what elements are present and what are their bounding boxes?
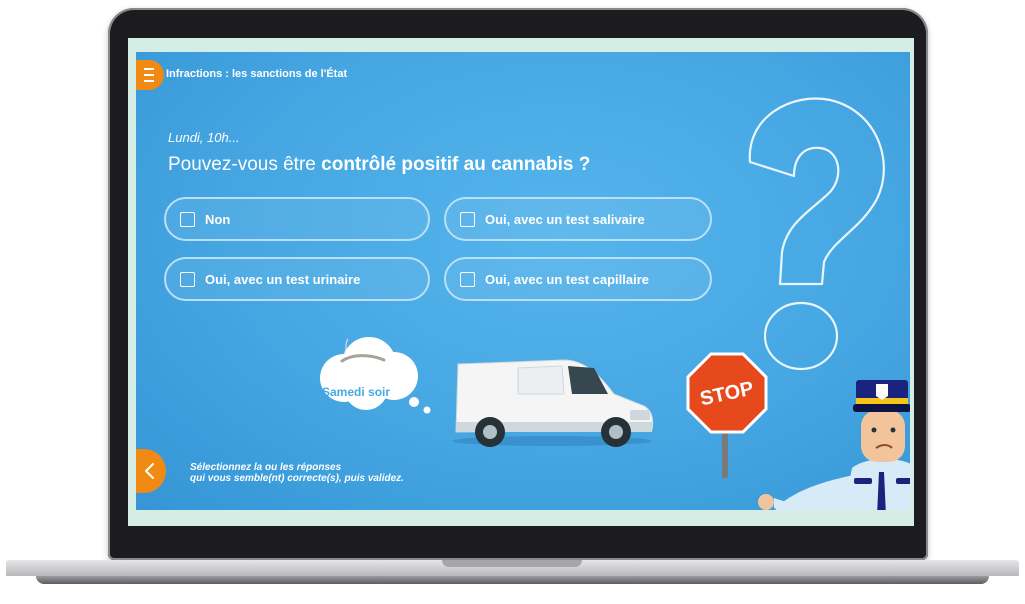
answer-option-non[interactable]: Non bbox=[164, 197, 430, 241]
laptop-notch bbox=[442, 560, 582, 567]
question-highlight: contrôlé positif au cannabis ? bbox=[321, 154, 591, 175]
chevron-left-icon bbox=[145, 463, 154, 479]
instruction-text: Sélectionnez la ou les réponses qui vous… bbox=[190, 462, 404, 484]
checkbox-icon[interactable] bbox=[180, 211, 195, 227]
screen: Infractions : les sanctions de l'État Lu… bbox=[128, 38, 914, 526]
hamburger-menu-icon bbox=[144, 66, 154, 84]
screen-bottom-bar bbox=[128, 510, 914, 526]
question-mark-icon bbox=[748, 97, 885, 371]
page-title: Infractions : les sanctions de l'État bbox=[166, 68, 348, 80]
instruction-line-2: qui vous semble(nt) correcte(s), puis va… bbox=[190, 473, 404, 484]
checkbox-icon[interactable] bbox=[460, 211, 475, 227]
laptop-base-bottom bbox=[36, 576, 989, 584]
van-illustration bbox=[452, 359, 654, 447]
gendarme-illustration bbox=[758, 380, 910, 510]
thought-cloud-illustration bbox=[320, 337, 431, 414]
instruction-line-1: Sélectionnez la ou les réponses bbox=[190, 462, 342, 473]
answer-label: Oui, avec un test urinaire bbox=[205, 271, 361, 287]
laptop-base bbox=[0, 560, 1025, 586]
checkbox-icon[interactable] bbox=[180, 271, 195, 287]
answer-option-urinaire[interactable]: Oui, avec un test urinaire bbox=[164, 257, 430, 301]
answer-label: Oui, avec un test capillaire bbox=[485, 271, 650, 287]
menu-button[interactable] bbox=[136, 60, 164, 90]
answer-option-capillaire[interactable]: Oui, avec un test capillaire bbox=[444, 257, 712, 301]
question-context: Lundi, 10h... bbox=[168, 130, 240, 145]
quiz-slide: Infractions : les sanctions de l'État Lu… bbox=[136, 52, 910, 510]
answer-option-salivaire[interactable]: Oui, avec un test salivaire bbox=[444, 197, 712, 241]
question-text: Pouvez-vous être contrôlé positif au can… bbox=[168, 154, 590, 176]
cloud-caption: Samedi soir bbox=[322, 385, 391, 399]
checkbox-icon[interactable] bbox=[460, 271, 475, 287]
answer-label: Oui, avec un test salivaire bbox=[485, 211, 645, 227]
answer-label: Non bbox=[205, 211, 231, 227]
back-button[interactable] bbox=[136, 449, 166, 493]
question-prefix: Pouvez-vous être bbox=[168, 154, 322, 175]
